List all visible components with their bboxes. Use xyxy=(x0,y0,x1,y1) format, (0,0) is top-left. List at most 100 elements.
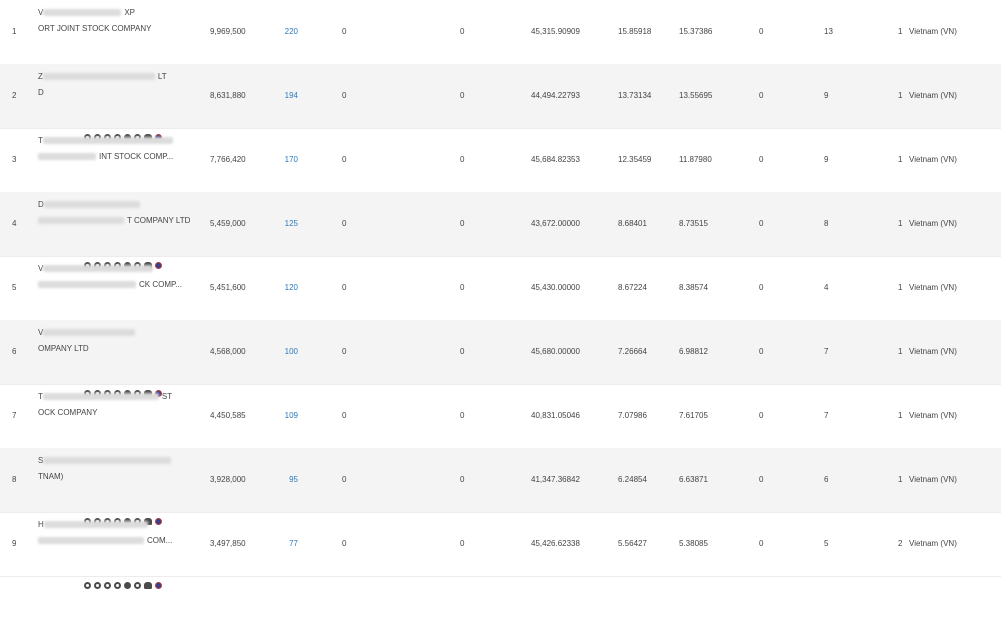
value-cell: 0 xyxy=(759,475,764,484)
company-icons xyxy=(84,106,165,142)
company-icons xyxy=(84,362,165,398)
company-name-suffix: ST xyxy=(161,392,173,401)
value-cell: 13.55695 xyxy=(679,91,713,100)
link-count-cell[interactable]: 77 xyxy=(276,512,298,576)
table-row[interactable]: 1 V XP ORT JOINT STOCK COMPANY 9,969,500 220 0… xyxy=(0,0,1001,78)
value-cell: 0 xyxy=(342,411,347,420)
value-cell: 0 xyxy=(460,91,465,100)
table-row[interactable]: 9 H COM... 3,497,850 77 0 0 45,426.62338 5.56427… xyxy=(0,512,1001,590)
company-icons xyxy=(84,426,165,462)
company-name-cell[interactable]: S TNAM) xyxy=(38,448,188,526)
value-cell: 4,568,000 xyxy=(210,347,246,356)
value-cell: 40,831.05046 xyxy=(531,411,580,420)
company-name-line2: OCK COMPANY xyxy=(38,408,98,417)
value-cell: 7 xyxy=(824,411,829,420)
company-icons xyxy=(84,42,165,78)
value-cell: 0 xyxy=(759,27,764,36)
company-name-cell[interactable]: V CK COMP... xyxy=(38,256,188,334)
link-count-cell[interactable]: 125 xyxy=(276,192,298,256)
table-row[interactable]: 3 T INT STOCK COMP... 7,766,420 170 0 0 45,684.… xyxy=(0,128,1001,206)
value-cell: 0 xyxy=(342,475,347,484)
globe-icon[interactable] xyxy=(94,582,101,590)
value-cell: 0 xyxy=(460,411,465,420)
row-index: 1 xyxy=(12,27,17,36)
value-cell: 0 xyxy=(759,347,764,356)
company-name-line2-suffix: COM... xyxy=(147,536,173,545)
redacted-text xyxy=(42,73,155,81)
info-icon[interactable] xyxy=(134,582,141,590)
value-cell: 0 xyxy=(342,347,347,356)
redacted-text xyxy=(38,537,144,545)
value-cell: 0 xyxy=(460,155,465,164)
value-cell: 44,494.22793 xyxy=(531,91,580,100)
results-table: 1 V XP ORT JOINT STOCK COMPANY 9,969,500 220 0… xyxy=(0,0,1001,590)
link-count-cell[interactable]: 170 xyxy=(276,128,298,192)
flag-icon[interactable] xyxy=(155,582,162,590)
company-name-cell[interactable]: H COM... xyxy=(38,512,188,590)
table-row[interactable]: 5 V CK COMP... 5,451,600 120 0 0 45,430.00000 8.… xyxy=(0,256,1001,334)
value-cell: 9 xyxy=(824,91,829,100)
people-icon[interactable] xyxy=(144,582,152,590)
table-row[interactable]: 2 Z LT D 8,631,880 194 0 0 44,494.22793 13.73134 1… xyxy=(0,64,1001,142)
company-icons xyxy=(84,490,165,526)
redacted-text xyxy=(42,393,159,401)
value-cell: 7.07986 xyxy=(618,411,647,420)
target-icon[interactable] xyxy=(84,582,91,590)
value-cell: 6.63871 xyxy=(679,475,708,484)
value-cell: 15.85918 xyxy=(618,27,652,36)
value-cell: 8.68401 xyxy=(618,219,647,228)
value-cell: 2 xyxy=(898,539,903,548)
company-name-cell[interactable]: D T COMPANY LTD xyxy=(38,192,190,270)
value-cell: 9,969,500 xyxy=(210,27,246,36)
value-cell: 0 xyxy=(342,27,347,36)
value-cell: 0 xyxy=(759,283,764,292)
value-cell: 45,430.00000 xyxy=(531,283,580,292)
link-count-cell[interactable]: 194 xyxy=(276,64,298,128)
value-cell: 5,459,000 xyxy=(210,219,246,228)
link-count-cell[interactable]: 220 xyxy=(276,0,298,64)
value-cell: 5.38085 xyxy=(679,539,708,548)
link-count-cell[interactable]: 109 xyxy=(276,384,298,448)
table-row[interactable]: 8 S TNAM) 3,928,000 95 0 0 41,347.36842 6.24854 6… xyxy=(0,448,1001,526)
chart-icon[interactable] xyxy=(104,582,111,590)
company-name-prefix: H xyxy=(38,520,44,529)
value-cell: 13.73134 xyxy=(618,91,652,100)
value-cell: 6.98812 xyxy=(679,347,708,356)
company-name-cell[interactable]: V XP ORT JOINT STOCK COMPANY xyxy=(38,0,188,78)
value-cell: 0 xyxy=(759,155,764,164)
redacted-text xyxy=(43,9,122,17)
value-cell: 0 xyxy=(342,539,347,548)
row-index: 7 xyxy=(12,411,17,420)
value-cell: 43,672.00000 xyxy=(531,219,580,228)
row-index: 6 xyxy=(12,347,17,356)
country-cell: Vietnam (VN) xyxy=(909,27,957,36)
value-cell: 6.24854 xyxy=(618,475,647,484)
table-row[interactable]: 4 D T COMPANY LTD 5,459,000 125 0 0 43,672.0000… xyxy=(0,192,1001,270)
value-cell: 7.61705 xyxy=(679,411,708,420)
value-cell: 41,347.36842 xyxy=(531,475,580,484)
circle-icon[interactable] xyxy=(124,582,131,590)
value-cell: 12.35459 xyxy=(618,155,652,164)
row-index: 4 xyxy=(12,219,17,228)
link-count-cell[interactable]: 120 xyxy=(276,256,298,320)
company-name-cell[interactable]: T ST OCK COMPANY xyxy=(38,384,188,462)
lock-icon[interactable] xyxy=(114,582,121,590)
value-cell: 4,450,585 xyxy=(210,411,246,420)
value-cell: 0 xyxy=(460,475,465,484)
value-cell: 9 xyxy=(824,155,829,164)
country-cell: Vietnam (VN) xyxy=(909,91,957,100)
company-name-cell[interactable]: T INT STOCK COMP... xyxy=(38,128,188,206)
company-name-cell[interactable]: Z LT D xyxy=(38,64,188,142)
value-cell: 1 xyxy=(898,219,903,228)
table-row[interactable]: 7 T ST OCK COMPANY 4,450,585 109 0 0 40,831.0504… xyxy=(0,384,1001,462)
row-index: 2 xyxy=(12,91,17,100)
value-cell: 0 xyxy=(342,91,347,100)
row-index: 5 xyxy=(12,283,17,292)
company-name-cell[interactable]: V OMPANY LTD xyxy=(38,320,188,398)
value-cell: 8.67224 xyxy=(618,283,647,292)
value-cell: 5,451,600 xyxy=(210,283,246,292)
link-count-cell[interactable]: 95 xyxy=(276,448,298,512)
table-row[interactable]: 6 V OMPANY LTD 4,568,000 100 0 0 45,680.00000 7.… xyxy=(0,320,1001,398)
link-count-cell[interactable]: 100 xyxy=(276,320,298,384)
value-cell: 15.37386 xyxy=(679,27,713,36)
